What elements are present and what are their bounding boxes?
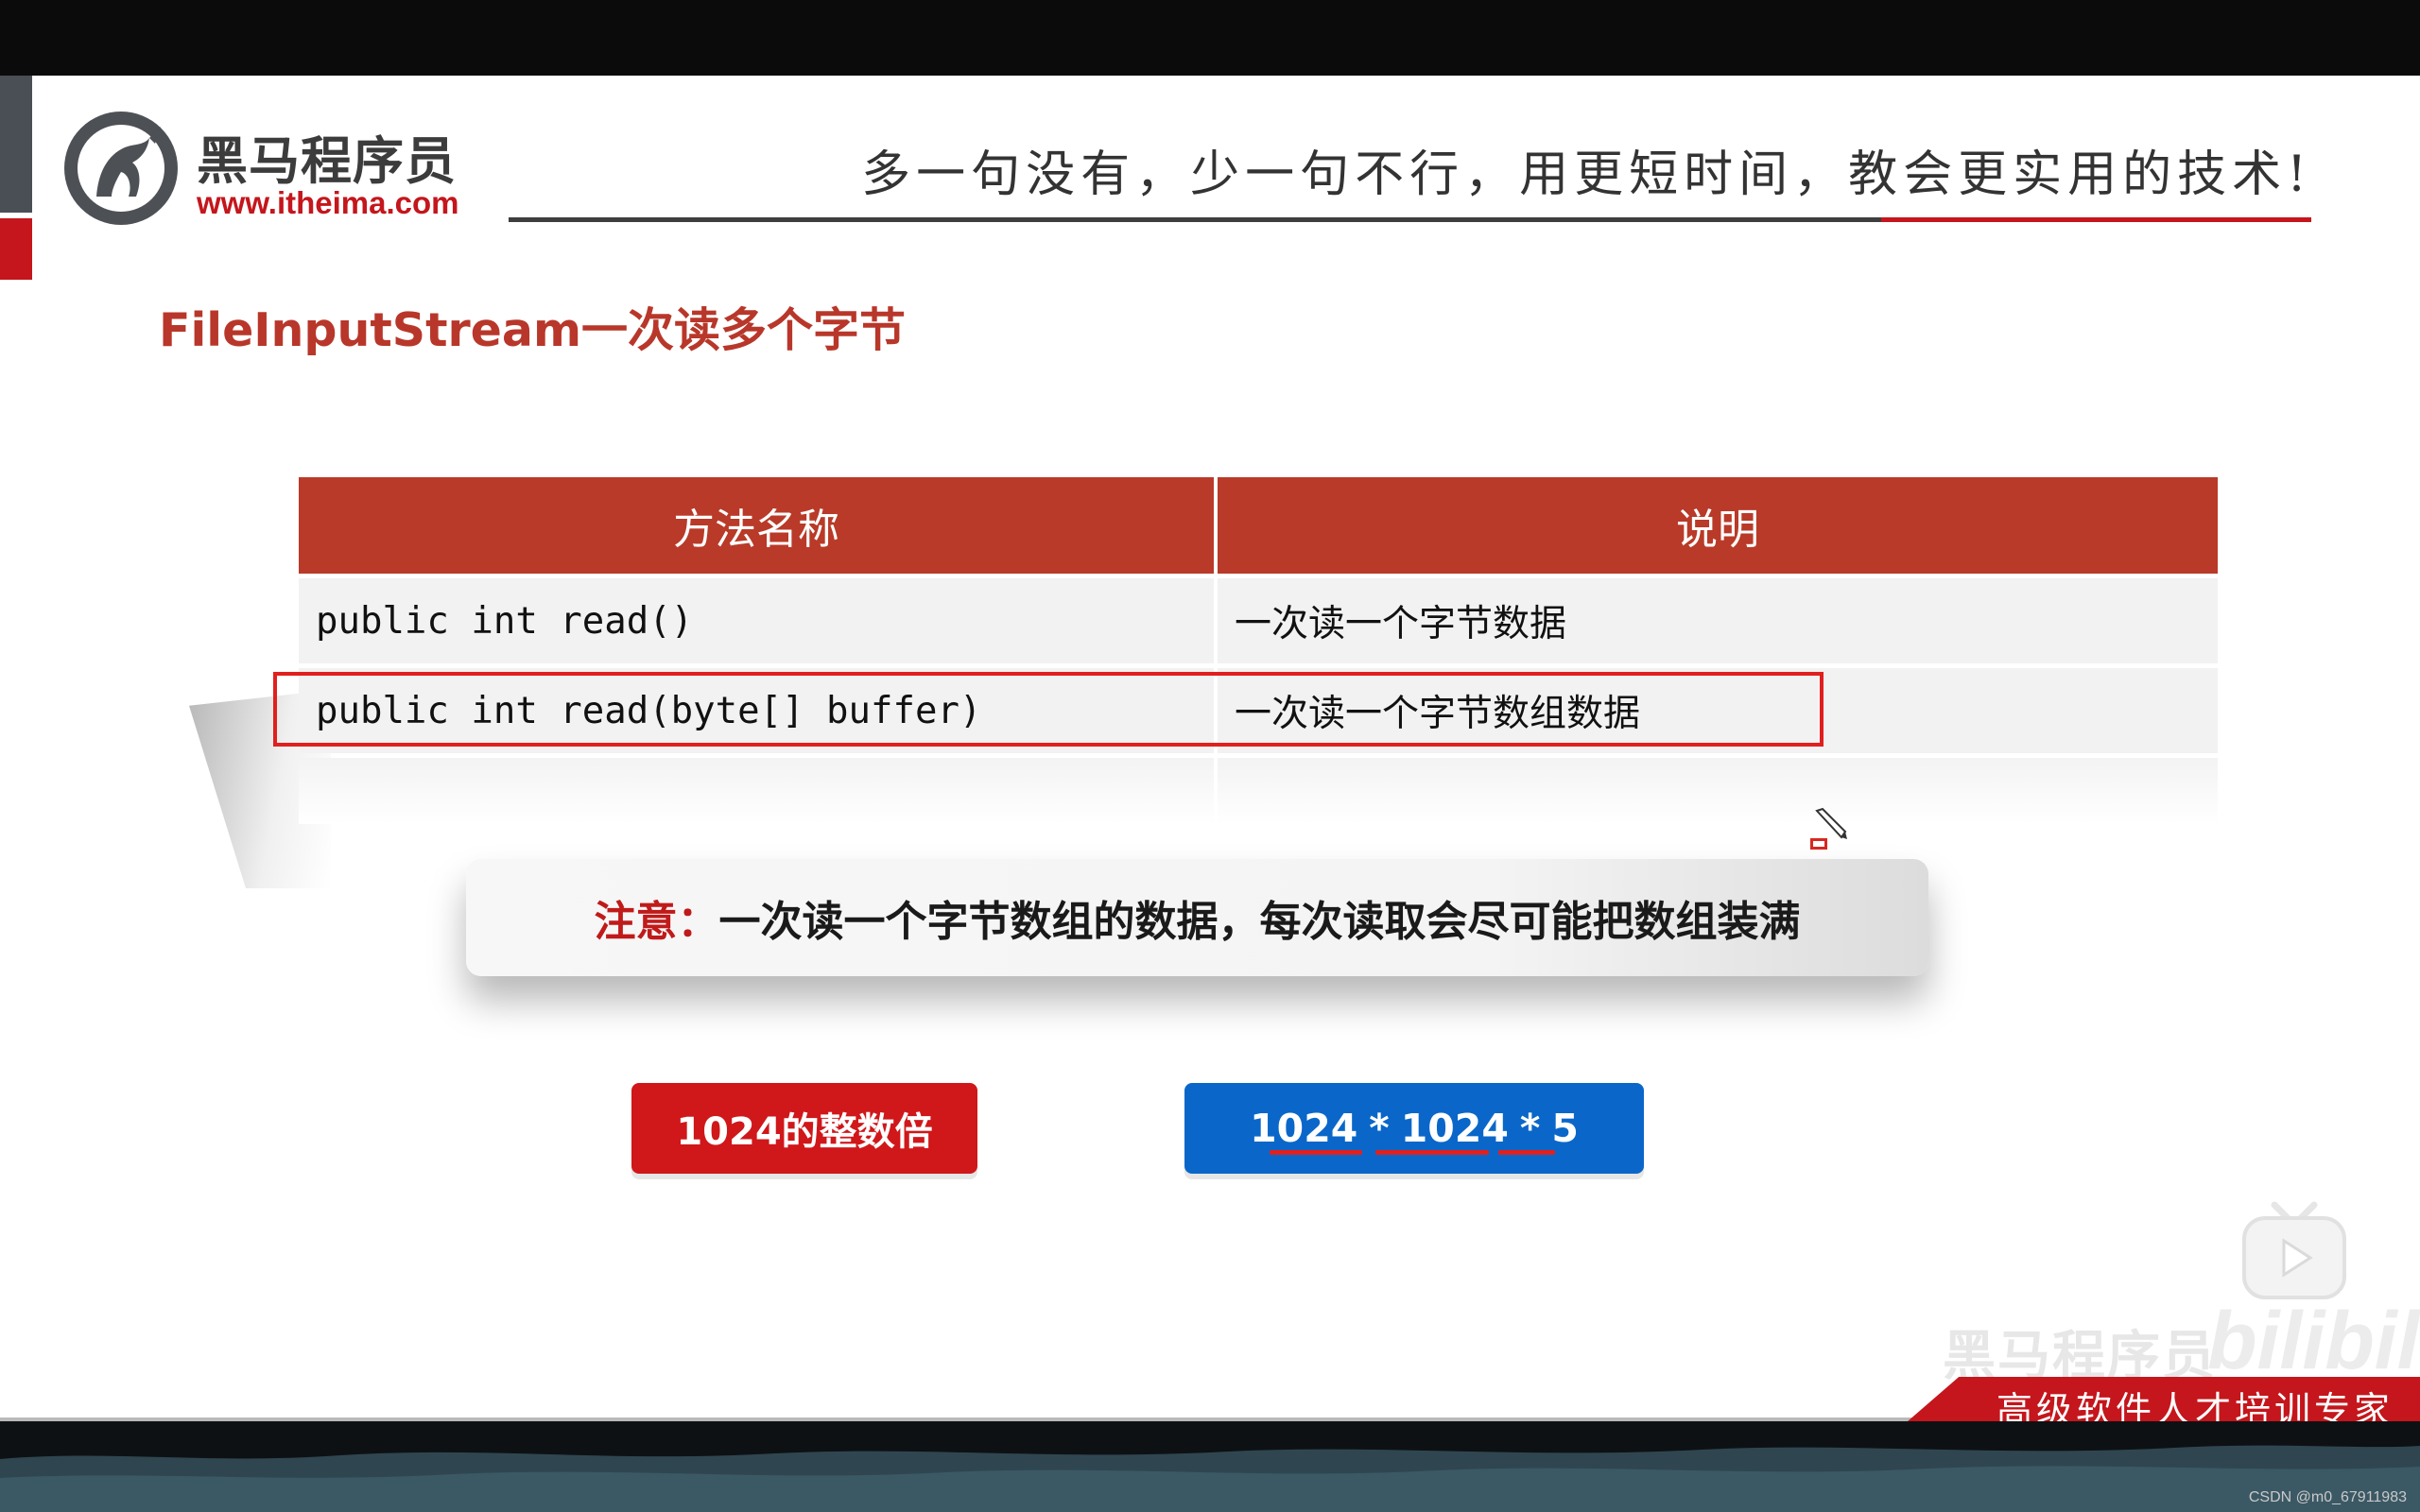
csdn-credit: CSDN @m0_67911983 xyxy=(2248,1489,2407,1505)
slogan-underline-dark xyxy=(509,217,1881,222)
handwritten-underline xyxy=(1270,1150,1362,1155)
column-header-method: 方法名称 xyxy=(299,477,1214,574)
badge-token: * xyxy=(1369,1106,1390,1151)
table-fade-row xyxy=(299,758,2218,824)
note-label: 注意： xyxy=(594,898,719,946)
pen-marker-square xyxy=(1810,838,1827,850)
row-highlight-annotation xyxy=(273,672,1824,747)
badge-token: 1024 xyxy=(1400,1106,1509,1151)
table-row: public int read() 一次读一个字节数据 xyxy=(299,578,2218,663)
slide-title: FileInputStream一次读多个字节 xyxy=(159,303,907,357)
handwritten-underline xyxy=(1498,1150,1555,1155)
logo-url: www.itheima.com xyxy=(197,185,459,220)
multiple-of-1024-badge: 1024的整数倍 xyxy=(631,1083,977,1174)
video-bottom-bar: CSDN @m0_67911983 xyxy=(0,1421,2420,1512)
note-callout: 注意： 一次读一个字节数组的数据，每次读取会尽可能把数组装满 xyxy=(466,859,1928,976)
left-edge-gray-bar xyxy=(0,76,32,213)
buffer-size-badge: 1024 * 1024 * 5 xyxy=(1184,1083,1644,1174)
footer-tagline: 高级软件人才培训专家 xyxy=(1996,1389,2394,1421)
method-cell: public int read() xyxy=(299,578,1214,663)
description-cell: 一次读一个字节数据 xyxy=(1218,578,2218,663)
logo-name: 黑马程序员 xyxy=(197,131,457,191)
column-header-description: 说明 xyxy=(1218,477,2218,574)
video-top-bar xyxy=(0,0,2420,76)
watermark-bilibili-logo: bilibili xyxy=(2207,1296,2420,1386)
slogan-underline-red xyxy=(1881,217,2311,222)
left-edge-red-bar xyxy=(0,218,32,280)
note-text: 一次读一个字节数组的数据，每次读取会尽可能把数组装满 xyxy=(718,898,1801,946)
brand-logo: 黑马程序员 www.itheima.com xyxy=(59,106,475,233)
horse-logo-icon xyxy=(64,112,178,225)
bilibili-tv-icon xyxy=(2242,1201,2346,1299)
handwritten-underline xyxy=(1375,1150,1489,1155)
badge-token: * xyxy=(1519,1106,1541,1151)
slogan: 多一句没有，少一句不行，用更短时间，教会更实用的技术! xyxy=(861,146,2312,203)
wave-decoration xyxy=(0,1445,2420,1512)
badge-token: 5 xyxy=(1551,1106,1579,1151)
table-header-row: 方法名称 说明 xyxy=(299,477,2218,574)
slide-canvas: 黑马程序员 www.itheima.com 多一句没有，少一句不行，用更短时间，… xyxy=(0,76,2420,1421)
method-table: 方法名称 说明 public int read() 一次读一个字节数据 publ… xyxy=(299,477,2218,824)
badge-token: 1024 xyxy=(1250,1106,1358,1151)
